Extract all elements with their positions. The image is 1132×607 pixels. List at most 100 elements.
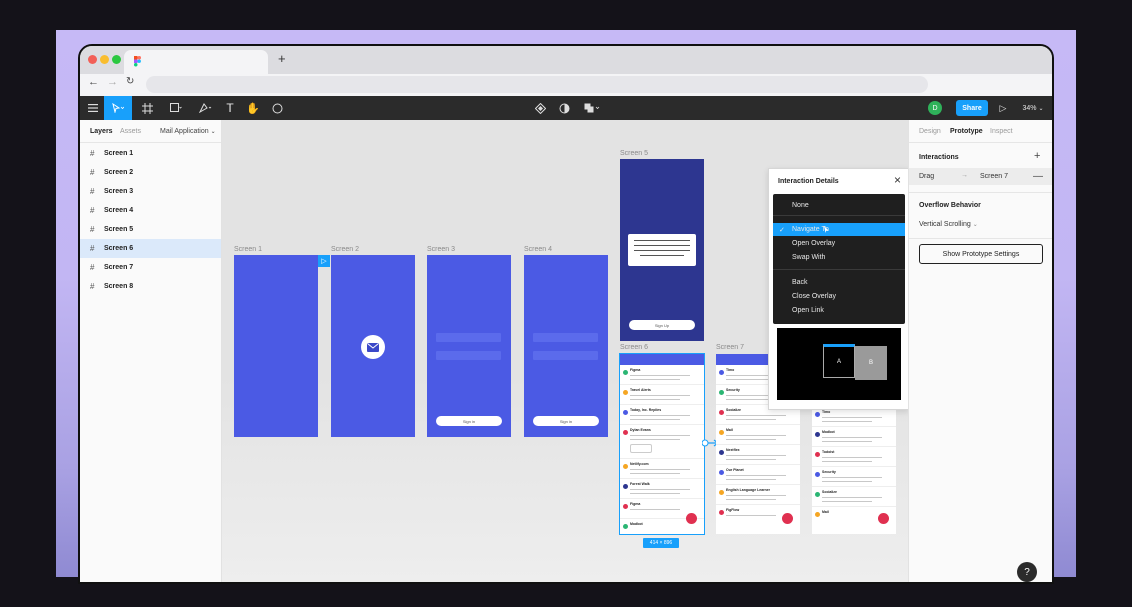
avatar-letter: D bbox=[928, 101, 942, 115]
frame-tool-icon[interactable] bbox=[138, 96, 158, 120]
layer-item[interactable]: # Screen 8 bbox=[80, 277, 221, 296]
preview-line bbox=[822, 437, 882, 438]
menu-item-close-overlay[interactable]: Close Overlay bbox=[773, 290, 905, 303]
tab-layers[interactable]: Layers bbox=[90, 128, 113, 135]
prototype-start-icon[interactable]: ▷ bbox=[318, 255, 330, 267]
frame-label[interactable]: Screen 1 bbox=[234, 246, 262, 253]
browser-tab[interactable] bbox=[124, 50, 268, 74]
frame-label[interactable]: Screen 3 bbox=[427, 246, 455, 253]
url-bar[interactable] bbox=[146, 76, 928, 93]
preview-line bbox=[630, 493, 680, 494]
frame-label[interactable]: Screen 4 bbox=[524, 246, 552, 253]
screen-4-frame[interactable]: Sign in bbox=[524, 255, 608, 437]
preview-line bbox=[630, 439, 680, 440]
avatar bbox=[719, 370, 724, 375]
screen-3-frame[interactable]: Sign in bbox=[427, 255, 511, 437]
boolean-groups-icon[interactable] bbox=[580, 96, 604, 120]
forward-arrow-icon[interactable]: → bbox=[107, 76, 118, 88]
share-button[interactable]: Share bbox=[956, 96, 988, 120]
preview-b-label: B bbox=[868, 360, 873, 366]
text-tool-icon[interactable]: T bbox=[222, 96, 238, 120]
minimize-window-icon[interactable] bbox=[100, 55, 109, 64]
preview-line bbox=[726, 459, 776, 460]
tab-design[interactable]: Design bbox=[919, 128, 941, 135]
preview-line bbox=[822, 417, 882, 418]
close-icon[interactable]: × bbox=[894, 173, 901, 187]
layer-item[interactable]: # Screen 7 bbox=[80, 258, 221, 277]
menu-item-swap-with[interactable]: Swap With bbox=[773, 251, 905, 264]
avatar[interactable]: D bbox=[928, 96, 942, 120]
layer-item[interactable]: # Screen 2 bbox=[80, 163, 221, 182]
layer-item[interactable]: # Screen 4 bbox=[80, 201, 221, 220]
present-play-icon[interactable]: ▷ bbox=[996, 96, 1010, 120]
address-row: ← → ↻ bbox=[80, 74, 1052, 96]
add-interaction-icon[interactable]: + bbox=[1034, 150, 1040, 162]
shape-tool-icon[interactable] bbox=[166, 96, 186, 120]
layer-item[interactable]: # Screen 1 bbox=[80, 144, 221, 163]
checkmark-icon: ✓ bbox=[779, 226, 785, 234]
page-selector[interactable]: Mail Application ⌄ bbox=[160, 128, 216, 135]
layer-item[interactable]: # Screen 3 bbox=[80, 182, 221, 201]
tab-prototype[interactable]: Prototype bbox=[950, 128, 983, 135]
password-field bbox=[533, 351, 598, 360]
sender: Modbot bbox=[630, 522, 643, 526]
sender: English Language Learner bbox=[726, 488, 770, 492]
close-window-icon[interactable] bbox=[88, 55, 97, 64]
screen-5-frame[interactable]: Sign Up bbox=[620, 159, 704, 341]
remove-interaction-icon[interactable]: — bbox=[1033, 171, 1043, 182]
frame-icon: # bbox=[90, 225, 95, 234]
preview-line bbox=[726, 495, 786, 496]
mask-icon[interactable] bbox=[556, 96, 572, 120]
avatar bbox=[623, 524, 628, 529]
comment-tool-icon[interactable] bbox=[268, 96, 286, 120]
move-tool-button[interactable] bbox=[104, 96, 132, 120]
tab-assets[interactable]: Assets bbox=[120, 128, 141, 135]
screen-6-frame[interactable]: Figma Travel Alerts Today, Inc. Replies … bbox=[619, 353, 705, 535]
sign-in-button: Sign in bbox=[533, 416, 599, 426]
hand-tool-icon[interactable]: ✋ bbox=[244, 96, 262, 120]
pen-tool-icon[interactable] bbox=[194, 96, 216, 120]
frame-icon: # bbox=[90, 282, 95, 291]
error-text bbox=[640, 255, 684, 256]
action-dropdown[interactable]: None ✓ Navigate To Open Overlay Swap Wit… bbox=[773, 194, 905, 324]
preview-line bbox=[726, 499, 776, 500]
avatar bbox=[623, 464, 628, 469]
menu-item-label: Navigate To bbox=[792, 226, 829, 233]
menu-item-navigate-to[interactable]: ✓ Navigate To bbox=[773, 223, 905, 236]
reload-icon[interactable]: ↻ bbox=[126, 76, 134, 87]
screen-2-frame[interactable] bbox=[331, 255, 415, 437]
menu-separator bbox=[773, 269, 905, 270]
help-button[interactable]: ? bbox=[1017, 562, 1037, 582]
overflow-select[interactable]: Vertical Scrolling ⌄ bbox=[919, 221, 978, 228]
panel-title: Interaction Details bbox=[778, 178, 839, 185]
show-prototype-settings-button[interactable]: Show Prototype Settings bbox=[919, 244, 1043, 264]
interaction-row[interactable]: Drag → Screen 7 — bbox=[909, 168, 1052, 185]
frame-label[interactable]: Screen 6 bbox=[620, 344, 648, 351]
layer-item[interactable]: # Screen 5 bbox=[80, 220, 221, 239]
screen-1-frame[interactable] bbox=[234, 255, 318, 437]
frame-label[interactable]: Screen 5 bbox=[620, 150, 648, 157]
frame-label[interactable]: Screen 2 bbox=[331, 246, 359, 253]
components-icon[interactable] bbox=[532, 96, 548, 120]
preview-line bbox=[726, 435, 786, 436]
sender: Travel Alerts bbox=[630, 388, 651, 392]
frame-label[interactable]: Screen 7 bbox=[716, 344, 744, 351]
zoom-menu[interactable]: 34% ⌄ bbox=[1018, 96, 1048, 120]
maximize-window-icon[interactable] bbox=[112, 55, 121, 64]
tab-inspect[interactable]: Inspect bbox=[990, 128, 1013, 135]
menu-item-open-overlay[interactable]: Open Overlay bbox=[773, 237, 905, 250]
back-arrow-icon[interactable]: ← bbox=[88, 76, 99, 88]
menu-item-back[interactable]: Back bbox=[773, 276, 905, 289]
layer-item-selected[interactable]: # Screen 6 bbox=[80, 239, 221, 258]
preview-line bbox=[630, 509, 680, 510]
arrow-right-icon: → bbox=[961, 172, 968, 179]
mail-icon bbox=[361, 335, 385, 359]
menu-item-none[interactable]: None bbox=[773, 199, 905, 212]
main-menu-icon[interactable] bbox=[84, 96, 102, 120]
divider bbox=[80, 142, 221, 143]
menu-item-open-link[interactable]: Open Link bbox=[773, 304, 905, 317]
new-tab-icon[interactable]: + bbox=[278, 52, 286, 66]
chevron-down-icon: ⌄ bbox=[972, 222, 978, 228]
menu-separator bbox=[773, 215, 905, 216]
list-item: Our Planet bbox=[716, 465, 800, 485]
